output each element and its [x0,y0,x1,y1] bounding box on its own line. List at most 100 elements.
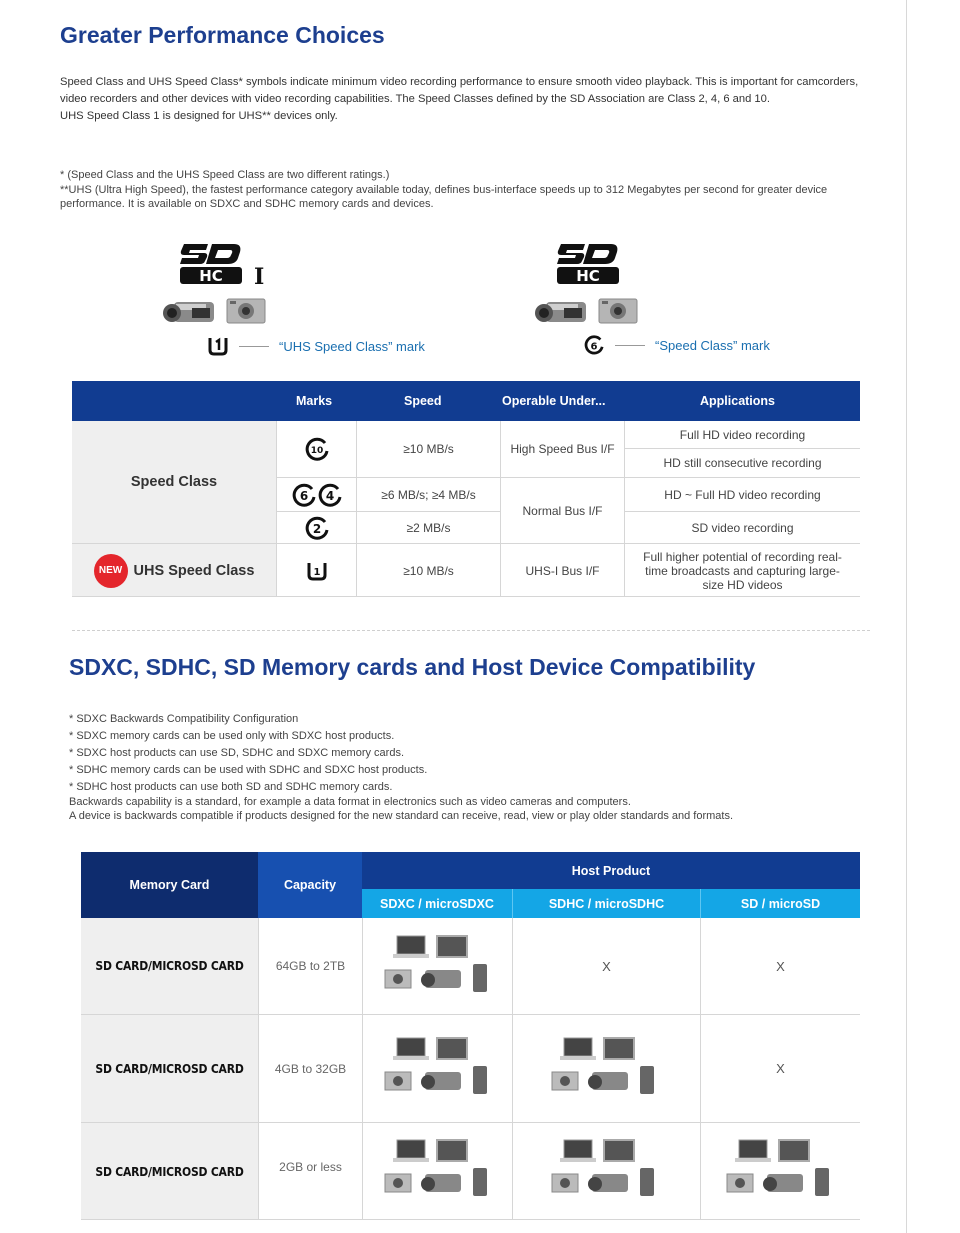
section-title-performance: Greater Performance Choices [60,22,385,48]
application-value: Full higher potential of recording real-… [643,549,842,592]
intro-paragraph: UHS Speed Class 1 is designed for UHS** … [60,110,338,122]
speed-class-table: Marks Speed Operable Under... Applicatio… [72,381,860,597]
class-6-icon: 6 [292,483,315,507]
operable-value: UHS-I Bus I/F [525,563,600,578]
grid-line [512,889,513,918]
application-value: Full HD video recording [679,427,806,442]
speed-class-mark-caption-row: 6 “Speed Class” mark [583,335,770,355]
grid-line [356,421,357,597]
uhs-1-label: 1 [313,567,320,578]
application-value: HD still consecutive recording [663,456,822,470]
speed-value: ≥6 MB/s; ≥4 MB/s [381,487,476,502]
compatibility-notes: * SDXC Backwards Compatibility Configura… [69,711,869,823]
footnotes: * (Speed Class and the UHS Speed Class a… [60,168,870,212]
footnote: * (Speed Class and the UHS Speed Class a… [60,169,390,181]
camera-icon [226,298,266,324]
grid-line [625,448,860,449]
bullet-item: * SDHC memory cards can be used with SDH… [69,764,428,776]
row-capacity: 4GB to 32GB [274,1061,347,1076]
class-4-label: 4 [325,489,333,503]
header-host-sd: SD / microSD [701,889,860,918]
header-operable-under: Operable Under... [502,394,606,408]
sdhc-logo: HC [180,244,242,285]
class-10-label: 10 [310,446,323,456]
operable-value: High Speed Bus I/F [510,442,615,456]
compatible-devices-icon [551,1139,654,1196]
header-marks: Marks [296,394,333,408]
class-10-icon: 10 [305,437,328,461]
grid-line [81,1219,860,1220]
uhs-roman-numeral: I [254,264,265,290]
explain-text: A device is backwards compatible if prod… [69,809,734,822]
grid-line [81,1014,860,1015]
sdhc-logo: HC [557,244,619,285]
speed-class-mark-caption: “Speed Class” mark [655,337,770,353]
class-2-icon: 2 [305,516,328,540]
bullet-item: * SDXC host products can use SD, SDHC an… [69,747,405,759]
uhs-mark-caption-row: “UHS Speed Class” mark [207,336,425,356]
grid-line [625,511,860,512]
speed-value: ≥2 MB/s [406,520,451,535]
camera-icon [598,298,638,324]
class-2-label: 2 [312,522,320,536]
grid-line [276,477,860,478]
uhs-1-icon [208,337,228,356]
header-applications: Applications [700,394,776,408]
operable-value: Normal Bus I/F [522,503,603,518]
compatible-devices-icon [551,1037,654,1094]
grid-line [72,596,860,597]
header-capacity: Capacity [258,852,362,918]
row-capacity: 2GB or less [279,1159,342,1174]
new-badge: NEW [93,553,128,588]
speed-class-label: Speed Class [130,474,218,490]
explain-text: Backwards capability is a standard, for … [69,796,631,808]
grid-line [362,918,363,1220]
bullet-item: * SDXC Backwards Compatibility Configura… [69,713,299,725]
intro-text: Speed Class and UHS Speed Class* symbols… [60,74,870,125]
compatible-devices-icon [726,1139,829,1196]
application-value: SD video recording [691,520,794,535]
row-card-label: SD CARD/MICROSD CARD [95,959,244,973]
row-capacity: 64GB to 2TB [275,959,346,973]
section-separator [72,630,870,631]
header-memory-card: Memory Card [81,852,258,918]
grid-line [72,543,860,544]
camcorder-icon [163,302,214,322]
intro-paragraph: Speed Class and UHS Speed Class* symbols… [60,76,859,105]
grid-line [500,421,501,597]
speed-table-header: Marks Speed Operable Under... Applicatio… [72,381,860,421]
uhs-speed-class-label: UHS Speed Class [133,562,255,579]
row-card-label: SD CARD/MICROSD CARD [95,1061,244,1076]
header-host-sdhc: SDHC / microSDHC [513,889,700,918]
compatible-devices-icon [384,1139,487,1196]
compat-mark-x: X [776,1061,785,1076]
class-4-icon: 4 [318,483,341,507]
speed-value: ≥10 MB/s [403,563,454,578]
application-value: HD ~ Full HD video recording [664,487,821,502]
compatible-devices-icon [384,1037,487,1094]
grid-line [81,1122,860,1123]
compat-mark-x: X [776,958,785,974]
uhs-1-icon: 1 [307,562,326,580]
right-divider-line [906,0,907,1233]
svg-text:HC: HC [199,267,223,285]
header-speed: Speed [404,394,442,408]
footnote: **UHS (Ultra High Speed), the fastest pe… [60,183,828,211]
uhs-mark-caption: “UHS Speed Class” mark [279,338,425,354]
class-6-icon: 6 [584,335,604,355]
row-card-label: SD CARD/MICROSD CARD [95,1164,244,1179]
camcorder-icon [535,302,586,322]
row-label-speed-class: Speed Class [72,421,276,543]
bullet-item: * SDHC host products can use both SD and… [69,781,393,793]
grid-line [700,918,701,1220]
section-title-compatibility: SDXC, SDHC, SD Memory cards and Host Dev… [69,654,756,680]
svg-text:HC: HC [576,267,600,285]
compat-mark-x: X [602,958,611,974]
grid-line [276,511,500,512]
mark-uhs-1: 1 [277,544,356,597]
grid-line [258,918,259,1220]
class-6-label: 6 [591,342,598,353]
speed-value: ≥10 MB/s [403,442,454,456]
header-host-product: Host Product [362,852,860,889]
grid-line [512,918,513,1220]
